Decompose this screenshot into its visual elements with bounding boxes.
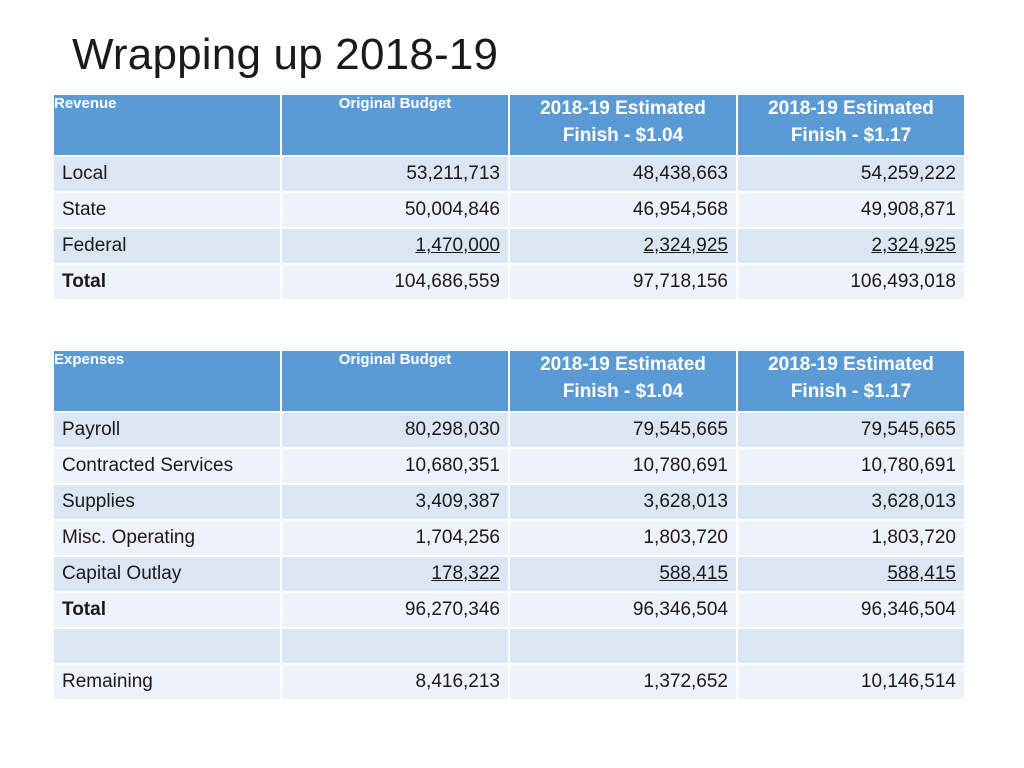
estimate-117-cell: 1,803,720: [738, 521, 964, 555]
estimate-104-cell: 10,780,691: [510, 449, 736, 483]
original-budget-value: 1,470,000: [415, 235, 500, 256]
row-label: State: [54, 193, 280, 227]
estimate-104-cell: 2,324,925: [510, 229, 736, 263]
expenses-row-remaining: Remaining 8,416,213 1,372,652 10,146,514: [54, 665, 964, 699]
revenue-row-local: Local 53,211,713 48,438,663 54,259,222: [54, 157, 964, 191]
original-budget-cell: 1,704,256: [282, 521, 508, 555]
expenses-header-estimate-117: 2018-19 Estimated Finish - $1.17: [738, 351, 964, 411]
estimate-117-cell: 10,780,691: [738, 449, 964, 483]
original-budget-value: 178,322: [431, 563, 500, 584]
expenses-table: Expenses Original Budget 2018-19 Estimat…: [52, 349, 966, 701]
estimate-117-cell: 106,493,018: [738, 265, 964, 299]
revenue-row-total: Total 104,686,559 97,718,156 106,493,018: [54, 265, 964, 299]
estimate-104-cell: 97,718,156: [510, 265, 736, 299]
row-label: Total: [54, 265, 280, 299]
estimate-104-cell: 48,438,663: [510, 157, 736, 191]
estimate-117-cell: 3,628,013: [738, 485, 964, 519]
estimate-104-cell: 46,954,568: [510, 193, 736, 227]
row-label: Federal: [54, 229, 280, 263]
original-budget-cell: 178,322: [282, 557, 508, 591]
estimate-117-cell: 10,146,514: [738, 665, 964, 699]
estimate-117-value: 588,415: [887, 563, 956, 584]
estimate-117-cell: 79,545,665: [738, 413, 964, 447]
revenue-table: Revenue Original Budget 2018-19 Estimate…: [52, 93, 966, 301]
original-budget-cell: 80,298,030: [282, 413, 508, 447]
estimate-117-cell: 54,259,222: [738, 157, 964, 191]
expenses-row-misc-operating: Misc. Operating 1,704,256 1,803,720 1,80…: [54, 521, 964, 555]
original-budget-cell: 3,409,387: [282, 485, 508, 519]
original-budget-cell: 104,686,559: [282, 265, 508, 299]
revenue-header-estimate-117: 2018-19 Estimated Finish - $1.17: [738, 95, 964, 155]
row-label: Total: [54, 593, 280, 627]
estimate-104-cell: 1,803,720: [510, 521, 736, 555]
estimate-117-cell: 2,324,925: [738, 229, 964, 263]
expenses-header-original-budget: Original Budget: [282, 351, 508, 411]
row-label: Supplies: [54, 485, 280, 519]
revenue-header-row: Revenue Original Budget 2018-19 Estimate…: [54, 95, 964, 155]
estimate-117-cell: 96,346,504: [738, 593, 964, 627]
expenses-row-supplies: Supplies 3,409,387 3,628,013 3,628,013: [54, 485, 964, 519]
expenses-header-label: Expenses: [54, 351, 280, 411]
row-label: Contracted Services: [54, 449, 280, 483]
row-label: Local: [54, 157, 280, 191]
blank-cell: [54, 629, 280, 663]
row-label: Payroll: [54, 413, 280, 447]
row-label: Capital Outlay: [54, 557, 280, 591]
slide-title: Wrapping up 2018-19: [72, 30, 499, 79]
original-budget-cell: 1,470,000: [282, 229, 508, 263]
estimate-117-cell: 49,908,871: [738, 193, 964, 227]
original-budget-cell: 8,416,213: [282, 665, 508, 699]
expenses-row-payroll: Payroll 80,298,030 79,545,665 79,545,665: [54, 413, 964, 447]
estimate-104-cell: 1,372,652: [510, 665, 736, 699]
revenue-header-estimate-104: 2018-19 Estimated Finish - $1.04: [510, 95, 736, 155]
revenue-header-label: Revenue: [54, 95, 280, 155]
estimate-104-cell: 3,628,013: [510, 485, 736, 519]
expenses-row-contracted-services: Contracted Services 10,680,351 10,780,69…: [54, 449, 964, 483]
original-budget-cell: 50,004,846: [282, 193, 508, 227]
estimate-117-value: 2,324,925: [871, 235, 956, 256]
expenses-header-row: Expenses Original Budget 2018-19 Estimat…: [54, 351, 964, 411]
original-budget-cell: 10,680,351: [282, 449, 508, 483]
revenue-row-state: State 50,004,846 46,954,568 49,908,871: [54, 193, 964, 227]
revenue-header-original-budget: Original Budget: [282, 95, 508, 155]
expenses-header-estimate-104: 2018-19 Estimated Finish - $1.04: [510, 351, 736, 411]
estimate-104-value: 588,415: [659, 563, 728, 584]
estimate-104-cell: 588,415: [510, 557, 736, 591]
expenses-row-capital-outlay: Capital Outlay 178,322 588,415 588,415: [54, 557, 964, 591]
estimate-104-cell: 79,545,665: [510, 413, 736, 447]
blank-cell: [510, 629, 736, 663]
expenses-row-blank: [54, 629, 964, 663]
estimate-104-cell: 96,346,504: [510, 593, 736, 627]
estimate-117-cell: 588,415: [738, 557, 964, 591]
blank-cell: [738, 629, 964, 663]
revenue-row-federal: Federal 1,470,000 2,324,925 2,324,925: [54, 229, 964, 263]
estimate-104-value: 2,324,925: [643, 235, 728, 256]
row-label: Remaining: [54, 665, 280, 699]
blank-cell: [282, 629, 508, 663]
original-budget-cell: 53,211,713: [282, 157, 508, 191]
row-label: Misc. Operating: [54, 521, 280, 555]
expenses-row-total: Total 96,270,346 96,346,504 96,346,504: [54, 593, 964, 627]
original-budget-cell: 96,270,346: [282, 593, 508, 627]
